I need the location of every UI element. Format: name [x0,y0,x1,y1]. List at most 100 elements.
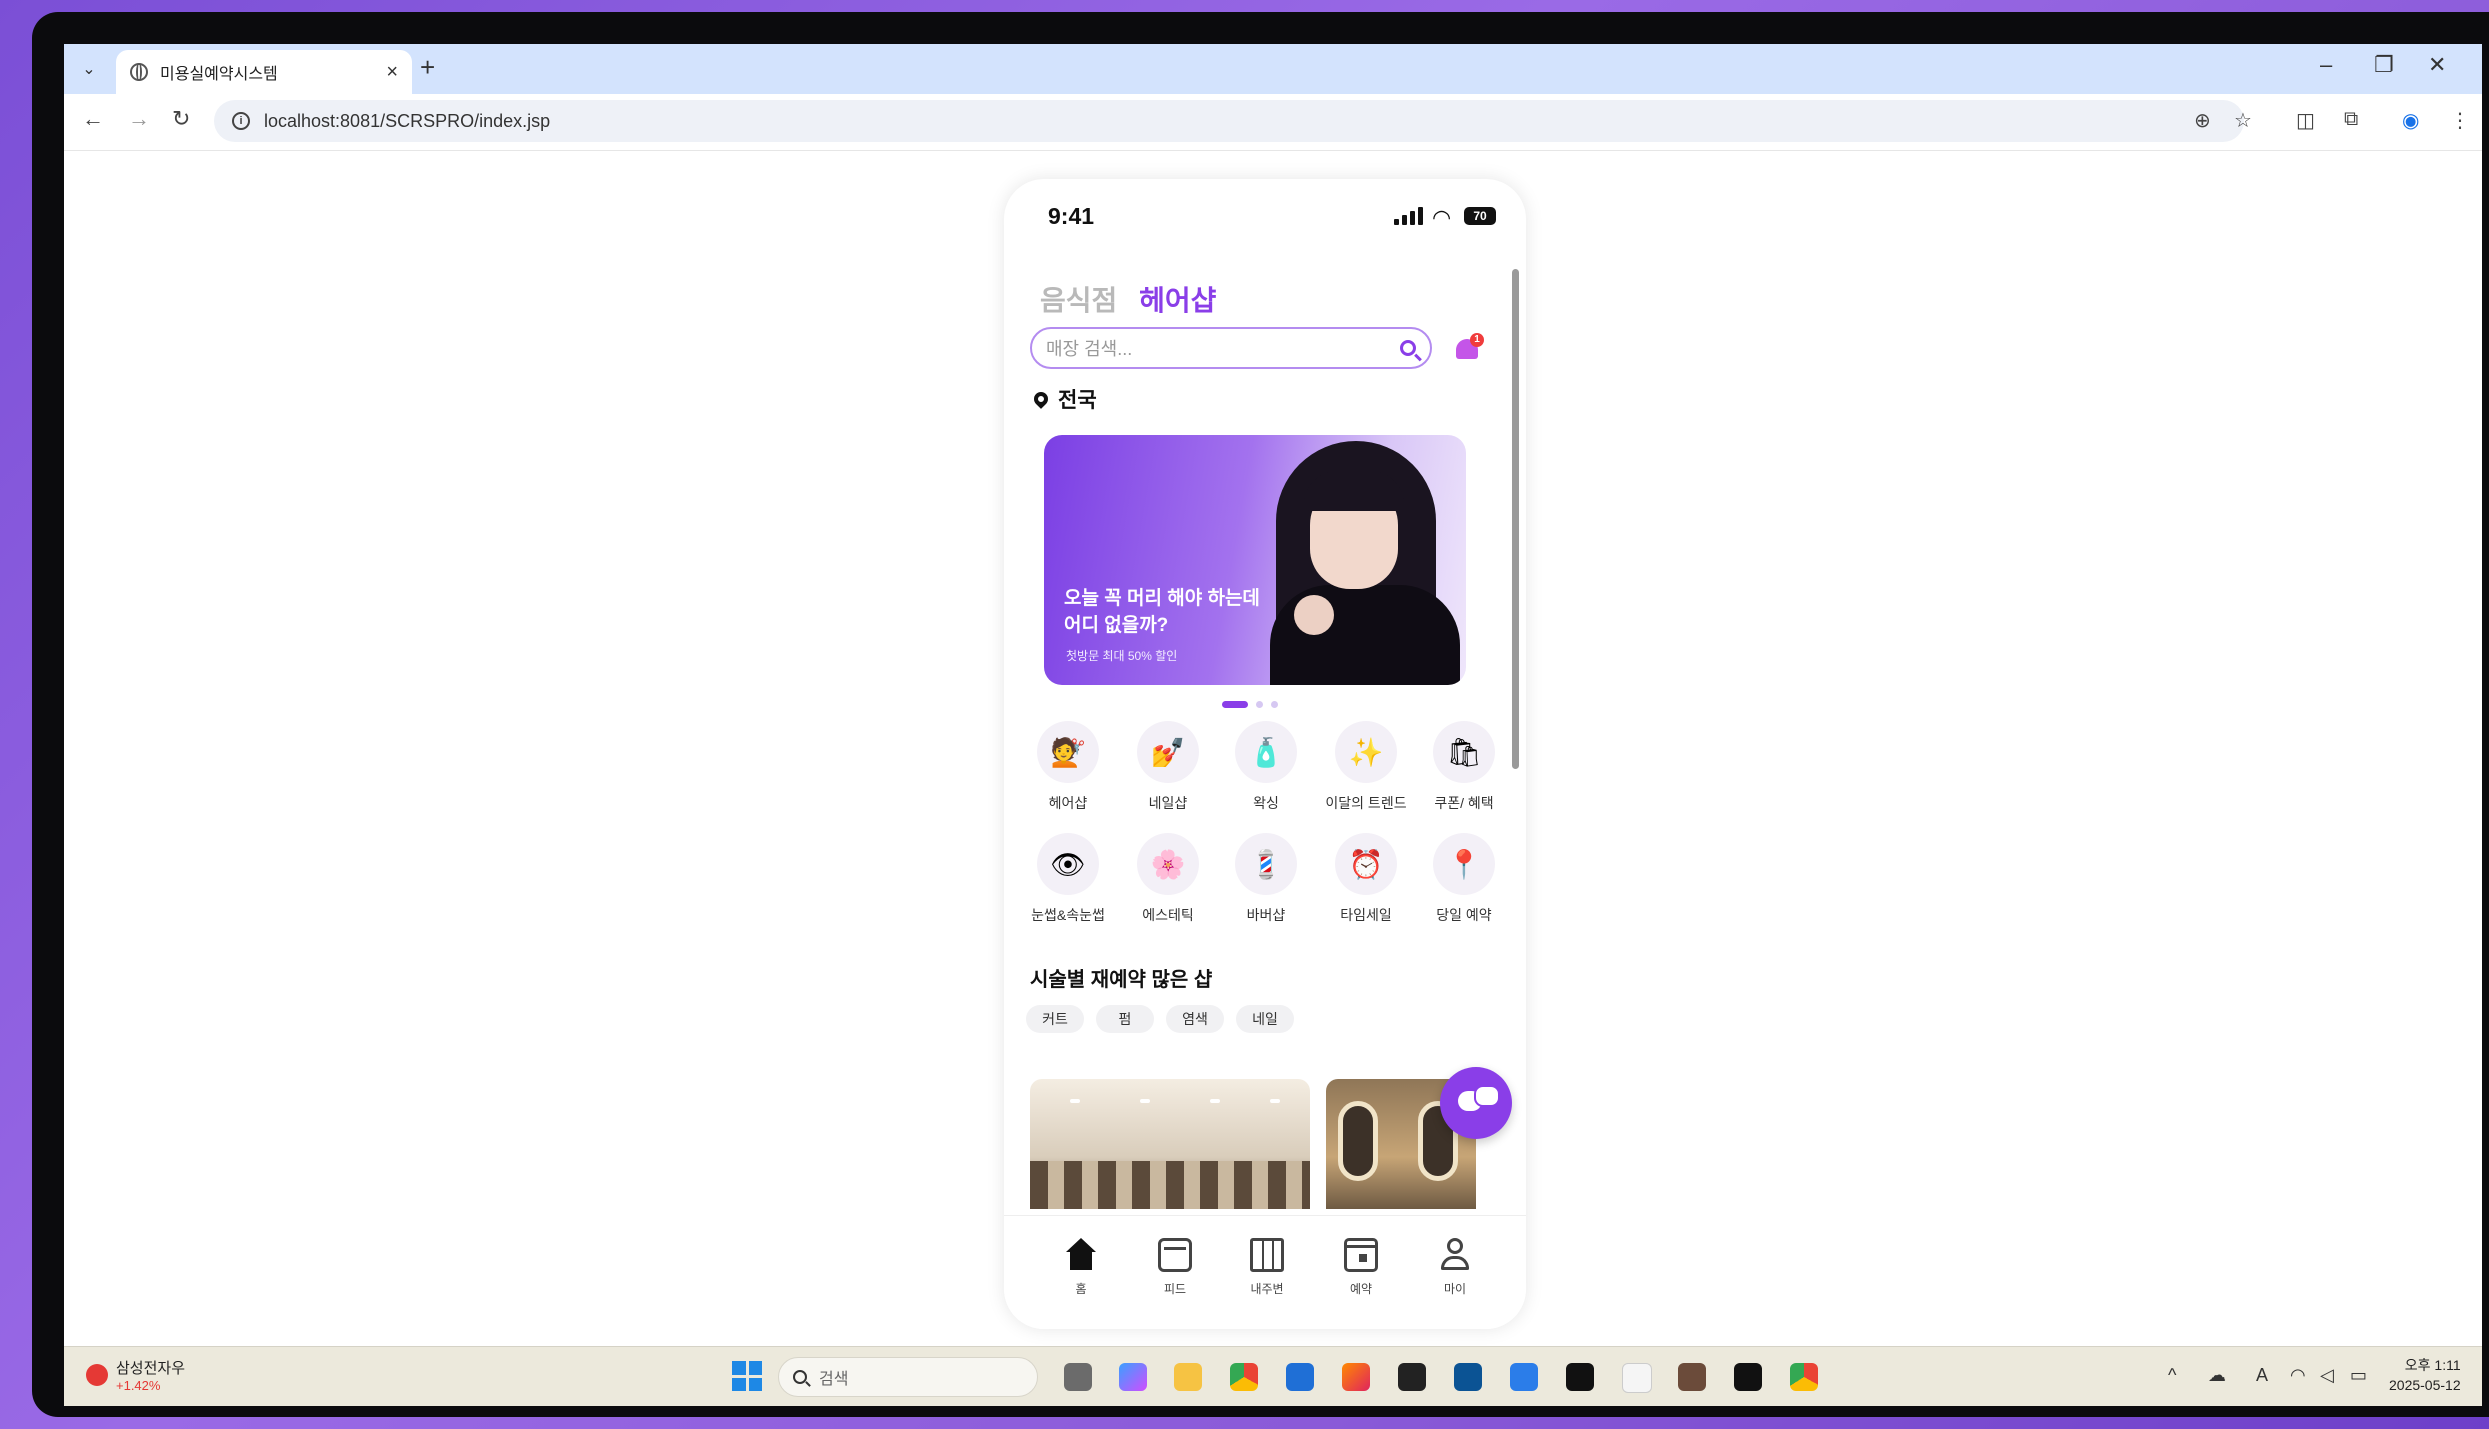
chrome-icon[interactable] [1230,1363,1258,1391]
app-icon[interactable] [1678,1363,1706,1391]
menu-item-nailshop[interactable]: 💅 네일샵 [1120,721,1216,813]
tab-hairshop[interactable]: 헤어샵 [1139,285,1216,316]
tab-search-button[interactable]: ⌄ [74,54,104,84]
system-clock[interactable]: 오후 1:11 2025-05-12 [2389,1355,2461,1395]
nav-label: 내주변 [1250,1282,1284,1296]
tab-title: 미용실예약시스템 [160,66,278,83]
menu-item-trend[interactable]: ✨ 이달의 트렌드 [1318,721,1414,813]
outlook-icon[interactable] [1510,1363,1538,1391]
menu-item-hairshop[interactable]: 💇 헤어샵 [1020,721,1116,813]
windows-taskbar: 삼성전자우 +1.42% 검색 ^ ☁ A ◠ ◁ ▭ 오후 1:11 2025… [64,1346,2482,1406]
chip-perm[interactable]: 펌 [1096,1005,1154,1033]
signal-icon [1394,207,1423,225]
app-icon[interactable] [1734,1363,1762,1391]
menu-item-esthetic[interactable]: 🌸 에스테틱 [1120,833,1216,925]
search-placeholder: 매장 검색... [1046,339,1133,359]
forward-arrow-icon[interactable]: → [128,106,150,132]
file-explorer-icon[interactable] [1174,1363,1202,1391]
jetbrains-icon[interactable] [1566,1363,1594,1391]
menu-kebab-icon[interactable]: ⋮ [2450,108,2470,133]
feed-icon [1158,1238,1192,1272]
input-method-icon[interactable]: A [2256,1365,2268,1386]
web-page: 9:41 ◠ 70 음식점 헤어샵 매장 검색... 1 전국 오늘 꼭 머리 … [64,151,2482,1346]
store-search-input[interactable]: 매장 검색... [1030,327,1432,369]
notepad-icon[interactable] [1622,1363,1652,1393]
new-tab-button[interactable]: + [420,52,435,83]
back-arrow-icon[interactable]: ← [82,106,104,132]
menu-item-waxing[interactable]: 🧴 왁싱 [1218,721,1314,813]
taskbar-search[interactable]: 검색 [778,1357,1038,1397]
screenshot-icon[interactable]: ◫ [2296,108,2315,133]
browser-toolbar: ← → ↻ i localhost:8081/SCRSPRO/index.jsp… [64,94,2482,151]
eyelash-icon: 👁 [1037,833,1099,895]
pagination-dot[interactable] [1271,701,1278,708]
windows-start-icon[interactable] [732,1361,762,1391]
menu-label: 당일 예약 [1436,907,1492,923]
battery-icon: 70 [1464,207,1496,225]
nav-my[interactable]: 마이 [1420,1238,1490,1297]
cloud-icon[interactable]: ☁ [2208,1365,2226,1386]
tray-chevron-icon[interactable]: ^ [2168,1365,2176,1386]
bookmark-star-icon[interactable]: ☆ [2234,108,2252,133]
menu-item-eyebrow[interactable]: 👁 눈썹&속눈썹 [1020,833,1116,925]
waxing-icon: 🧴 [1235,721,1297,783]
banner-model-bangs [1304,471,1404,511]
nav-label: 홈 [1075,1282,1087,1296]
stock-name: 삼성전자우 [116,1360,186,1377]
shop-card-image[interactable] [1030,1079,1310,1209]
nav-nearby[interactable]: 내주변 [1232,1238,1302,1297]
copilot-icon[interactable] [1119,1363,1147,1391]
address-bar[interactable]: i localhost:8081/SCRSPRO/index.jsp [214,100,2244,142]
promo-banner[interactable]: 오늘 꼭 머리 해야 하는데 어디 없을까? 첫방문 최대 50% 할인 [1044,435,1466,685]
tab-close-icon[interactable]: × [386,61,398,84]
close-window-button[interactable]: ✕ [2428,52,2446,78]
reload-icon[interactable]: ↻ [172,106,190,132]
chip-nail[interactable]: 네일 [1236,1005,1294,1033]
battery-icon[interactable]: ▭ [2350,1365,2367,1386]
menu-item-barbershop[interactable]: 💈 바버샵 [1218,833,1314,925]
menu-item-coupon[interactable]: 🛍 쿠폰/ 혜택 [1416,721,1512,813]
browser-tab[interactable]: 미용실예약시스템 × [116,50,412,94]
chip-dye[interactable]: 염색 [1166,1005,1224,1033]
site-info-icon[interactable]: i [232,112,250,130]
stock-change: +1.42% [116,1378,161,1393]
search-icon[interactable] [1400,340,1416,356]
wifi-icon[interactable]: ◠ [2290,1365,2306,1386]
nav-home[interactable]: 홈 [1046,1238,1116,1297]
menu-label: 쿠폰/ 혜택 [1434,795,1494,811]
task-view-icon[interactable] [1064,1363,1092,1391]
dropbox-icon[interactable] [1398,1363,1426,1391]
nav-feed[interactable]: 피드 [1140,1238,1210,1297]
menu-item-timesale[interactable]: ⏰ 타임세일 [1318,833,1414,925]
globe-icon [130,63,148,81]
zoom-icon[interactable]: ⊕ [2194,108,2211,133]
volume-icon[interactable]: ◁ [2320,1365,2334,1386]
pagination-dot-active[interactable] [1222,701,1248,708]
banner-model-body [1270,585,1460,685]
stock-widget[interactable]: 삼성전자우 +1.42% [86,1357,185,1393]
menu-label: 네일샵 [1148,795,1188,811]
chat-fab-button[interactable] [1440,1067,1512,1139]
flower-icon: 🌸 [1137,833,1199,895]
scrollbar[interactable] [1512,269,1519,769]
tab-restaurant[interactable]: 음식점 [1040,285,1117,316]
phone-frame: 9:41 ◠ 70 음식점 헤어샵 매장 검색... 1 전국 오늘 꼭 머리 … [1004,179,1526,1329]
minimize-button[interactable]: – [2320,52,2332,78]
banner-headline: 오늘 꼭 머리 해야 하는데 어디 없을까? [1064,585,1260,639]
banner-model-shoulder [1294,595,1334,635]
phone-status-bar: 9:41 ◠ 70 [1004,179,1526,239]
extensions-icon[interactable]: ⧉ [2344,108,2358,131]
firefox-icon[interactable] [1342,1363,1370,1391]
profile-icon[interactable]: ◉ [2402,108,2419,133]
notification-button[interactable]: 1 [1454,333,1484,363]
chrome-active-icon[interactable] [1790,1363,1818,1391]
nav-reservation[interactable]: 예약 [1326,1238,1396,1297]
menu-item-sameday[interactable]: 📍 당일 예약 [1416,833,1512,925]
location-selector[interactable]: 전국 [1031,384,1097,414]
app-icon[interactable] [1454,1363,1482,1391]
store-icon[interactable] [1286,1363,1314,1391]
map-icon [1250,1238,1284,1272]
chip-cut[interactable]: 커트 [1026,1005,1084,1033]
restore-button[interactable]: ❐ [2374,52,2394,78]
pagination-dot[interactable] [1256,701,1263,708]
